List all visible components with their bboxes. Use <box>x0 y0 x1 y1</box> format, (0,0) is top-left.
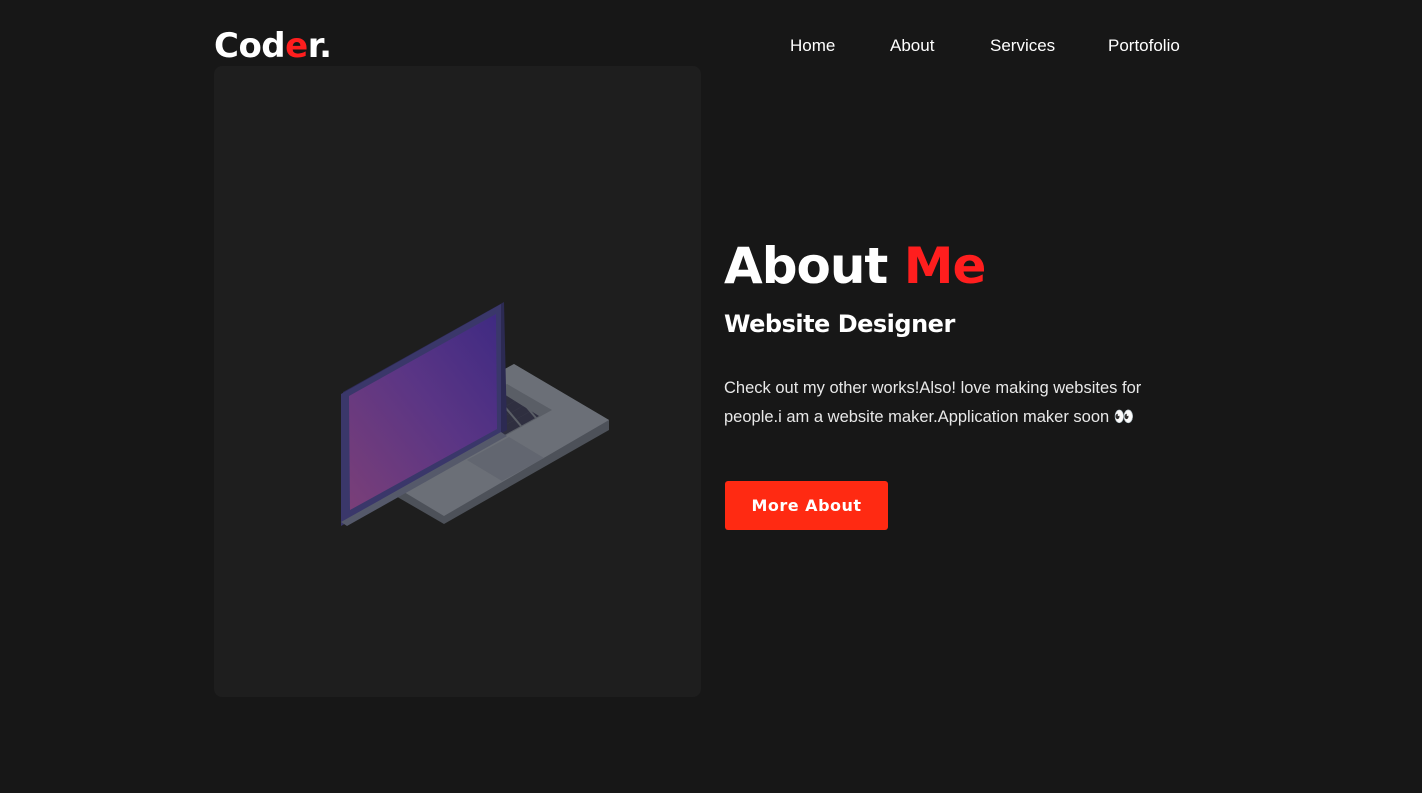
logo[interactable]: Coder. <box>214 24 332 68</box>
about-title-main: About <box>724 237 888 295</box>
logo-text-start: Cod <box>214 26 286 66</box>
laptop-icon <box>341 302 609 526</box>
about-title: About Me <box>724 237 987 295</box>
more-about-button[interactable]: More About <box>725 481 888 530</box>
nav-home-link[interactable]: Home <box>790 34 835 58</box>
nav-services-link[interactable]: Services <box>990 34 1055 58</box>
about-description: Check out my other works!Also! love maki… <box>724 379 1142 426</box>
logo-text-accent: e <box>285 26 308 66</box>
about-subtitle: Website Designer <box>724 310 955 338</box>
nav-portfolio-link[interactable]: Portofolio <box>1108 34 1180 58</box>
about-title-accent: Me <box>903 237 987 295</box>
about-image-card <box>214 66 701 697</box>
logo-text-end: r. <box>307 26 332 66</box>
nav-about-link[interactable]: About <box>890 34 934 58</box>
page: Coder. Home About Services Portofolio Ab… <box>0 0 1422 793</box>
